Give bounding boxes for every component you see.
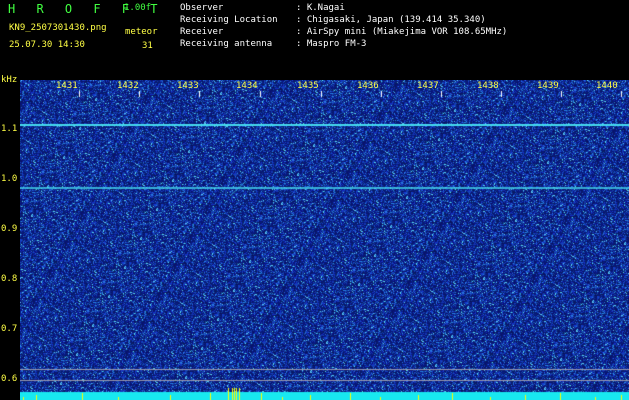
info-key: Receiver (180, 27, 224, 37)
date-time: 25.07.30 14:30 (9, 40, 85, 50)
x-tick-label: 1440 (596, 81, 618, 91)
info-antenna: Receiving antenna: Maspro FM-3 (180, 40, 366, 49)
spectrogram-waterfall[interactable] (20, 80, 629, 400)
info-value: Maspro FM-3 (306, 39, 367, 49)
info-sep: : (296, 27, 302, 37)
info-location: Receiving Location: Chigasaki, Japan (13… (180, 16, 486, 25)
meteor-count: 31 (142, 41, 153, 51)
y-tick-label: 0.9 (1, 224, 18, 234)
x-tick-label: 1436 (357, 81, 379, 91)
info-key: Observer (180, 3, 224, 13)
file-name: KN9_2507301430.png (9, 23, 107, 33)
x-tick-label: 1437 (417, 81, 439, 91)
x-tick-label: 1439 (537, 81, 559, 91)
meteor-label: meteor (125, 27, 158, 37)
x-tick-label: 1432 (117, 81, 139, 91)
x-tick-label: 1433 (177, 81, 199, 91)
hrofft-window: H R O F F T 1.00f KN9_2507301430.png met… (0, 0, 629, 400)
y-tick-label: 1.1 (1, 124, 18, 134)
y-tick-label: 1.0 (1, 174, 18, 184)
x-tick-label: 1438 (477, 81, 499, 91)
info-value: AirSpy mini (Miakejima VOR 108.65MHz) (306, 27, 508, 37)
info-sep: : (296, 3, 302, 13)
info-receiver: Receiver: AirSpy mini (Miakejima VOR 108… (180, 28, 507, 37)
info-observer: Observer: K.Nagai (180, 4, 345, 13)
x-tick-label: 1434 (236, 81, 258, 91)
info-key: Receiving Location (180, 15, 278, 25)
info-sep: : (296, 39, 302, 49)
y-tick-label: 0.6 (1, 374, 18, 384)
info-sep: : (296, 15, 302, 25)
axis-unit-label: kHz (1, 75, 18, 85)
info-value: Chigasaki, Japan (139.414 35.340) (306, 15, 486, 25)
y-tick-label: 0.8 (1, 274, 18, 284)
info-value: K.Nagai (306, 3, 345, 13)
y-tick-label: 0.7 (1, 324, 18, 334)
info-key: Receiving antenna (180, 39, 273, 49)
x-tick-label: 1431 (56, 81, 78, 91)
version-label: 1.00f (124, 3, 152, 13)
x-tick-label: 1435 (297, 81, 319, 91)
